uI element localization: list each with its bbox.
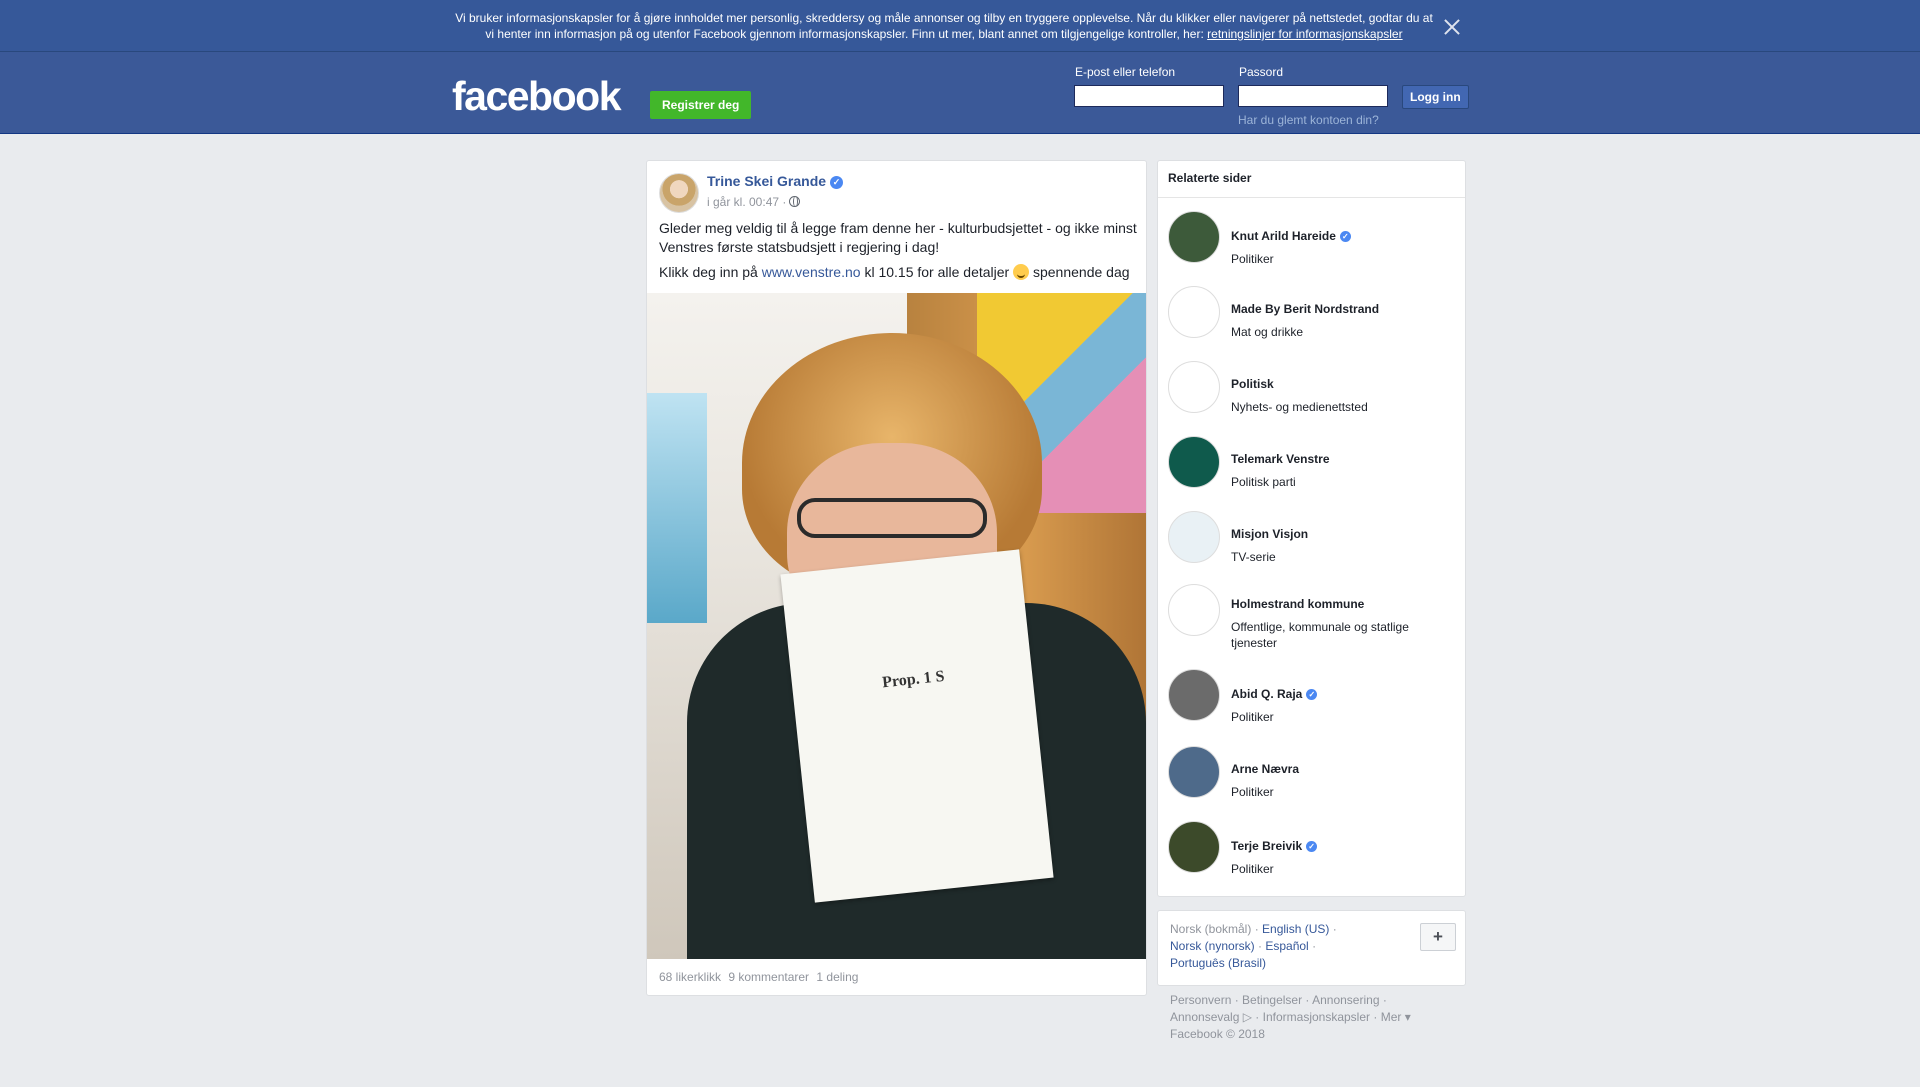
related-page-category: Politiker [1231, 252, 1274, 266]
photo-document: Prop. 1 S [780, 549, 1054, 903]
avatar[interactable] [1168, 211, 1220, 263]
footer-advertising[interactable]: Annonsering [1312, 993, 1379, 1007]
avatar[interactable] [1168, 361, 1220, 413]
shares-count[interactable]: 1 deling [816, 970, 858, 984]
post-text-part: spennende dag [1029, 264, 1130, 280]
forgot-account-link[interactable]: Har du glemt kontoen din? [1238, 113, 1379, 127]
language-current: Norsk (bokmål) [1170, 922, 1252, 936]
verified-icon: ✓ [1306, 689, 1318, 700]
related-page-name-text[interactable]: Knut Arild Hareide [1231, 229, 1336, 243]
related-page-name[interactable]: Misjon Visjon [1231, 527, 1308, 541]
related-page-name[interactable]: Telemark Venstre [1231, 452, 1330, 466]
footer: Personvern · Betingelser · Annonsering ·… [1170, 993, 1411, 1041]
login-button[interactable]: Logg inn [1402, 85, 1469, 109]
related-page-name[interactable]: Arne Nævra [1231, 762, 1299, 776]
post-paragraph-1: Gleder meg veldig til å legge fram denne… [659, 220, 1137, 255]
language-list: Norsk (bokmål) · English (US) · Norsk (n… [1170, 922, 1337, 970]
comments-count[interactable]: 9 kommentarer [728, 970, 809, 984]
related-page-name-text[interactable]: Telemark Venstre [1231, 452, 1330, 466]
top-header: facebook Registrer deg E-post eller tele… [0, 52, 1920, 134]
avatar[interactable] [659, 173, 699, 213]
language-box: Norsk (bokmål) · English (US) · Norsk (n… [1157, 910, 1466, 986]
email-label: E-post eller telefon [1075, 65, 1176, 79]
related-page-category: TV-serie [1231, 550, 1276, 564]
related-page-category: Politiker [1231, 710, 1274, 724]
avatar[interactable] [1168, 584, 1220, 636]
cookie-policy-link[interactable]: retningslinjer for informasjonskapsler [1207, 27, 1402, 41]
language-spanish[interactable]: Español [1265, 939, 1308, 953]
related-page-name-text[interactable]: Arne Nævra [1231, 762, 1299, 776]
copyright: Facebook © 2018 [1170, 1027, 1265, 1041]
avatar[interactable] [1168, 746, 1220, 798]
smile-emoji-icon [1013, 264, 1030, 280]
more-languages-button[interactable]: + [1420, 923, 1456, 951]
avatar[interactable] [1168, 821, 1220, 873]
related-page-category: Mat og drikke [1231, 325, 1304, 339]
avatar[interactable] [1168, 436, 1220, 488]
post-timestamp[interactable]: i går kl. 00:47 · [707, 195, 801, 209]
related-pages: Relaterte sider Knut Arild Hareide ✓ Polit… [1157, 160, 1466, 897]
chevron-down-icon: ▾ [1404, 1010, 1411, 1024]
post-photo[interactable]: Prop. 1 S [647, 293, 1146, 959]
verified-icon: ✓ [1339, 231, 1351, 242]
document-title: Prop. 1 S [881, 667, 946, 692]
related-page-name-text[interactable]: Politisk [1231, 377, 1274, 391]
related-page-name-text[interactable]: Abid Q. Raja [1231, 687, 1302, 701]
register-button[interactable]: Registrer deg [650, 91, 752, 119]
related-page-name-text[interactable]: Misjon Visjon [1231, 527, 1308, 541]
verified-icon: ✓ [1306, 841, 1318, 852]
related-page-category: Offentlige, kommunale og statlige tjenes… [1231, 620, 1409, 650]
facebook-logo[interactable]: facebook [452, 76, 622, 117]
post-text-part: Klikk deg inn på [659, 264, 762, 280]
avatar[interactable] [1168, 511, 1220, 563]
related-page-category: Nyhets- og medienettsted [1231, 400, 1368, 414]
post-author-name[interactable]: Trine Skei Grande [707, 173, 826, 189]
photo-glasses [797, 498, 987, 538]
related-pages-title: Relaterte sider [1158, 161, 1465, 198]
password-label: Passord [1239, 65, 1284, 79]
related-page-category: Politisk parti [1231, 475, 1296, 489]
footer-terms[interactable]: Betingelser [1242, 993, 1302, 1007]
related-page-name-text[interactable]: Holmestrand kommune [1231, 597, 1364, 611]
cookie-banner: Vi bruker informasjonskapsler for å gjør… [0, 0, 1920, 52]
adchoices-icon: ▷ [1242, 1010, 1252, 1024]
avatar[interactable] [1168, 669, 1220, 721]
likes-count[interactable]: 68 likerklikk [659, 970, 721, 984]
related-page-name[interactable]: Made By Berit Nordstrand [1231, 302, 1379, 316]
globe-icon [789, 196, 801, 207]
footer-more[interactable]: Mer [1381, 1010, 1402, 1024]
post-author[interactable]: Trine Skei Grande ✓ [707, 173, 844, 189]
post-text-part: kl 10.15 for alle detaljer [860, 264, 1014, 280]
related-page-name-text[interactable]: Terje Breivik [1231, 839, 1302, 853]
footer-privacy[interactable]: Personvern [1170, 993, 1231, 1007]
language-nynorsk[interactable]: Norsk (nynorsk) [1170, 939, 1255, 953]
avatar[interactable] [1168, 286, 1220, 338]
verified-icon: ✓ [830, 176, 844, 189]
post-card: Trine Skei Grande ✓ i går kl. 00:47 · Gle… [646, 160, 1147, 996]
related-page-name[interactable]: Abid Q. Raja ✓ [1231, 687, 1318, 701]
related-page-category: Politiker [1231, 785, 1274, 799]
related-page-name-text[interactable]: Made By Berit Nordstrand [1231, 302, 1379, 316]
post-paragraph-2: Klikk deg inn på www.venstre.no kl 10.15… [659, 263, 1139, 282]
venstre-link[interactable]: www.venstre.no [762, 264, 861, 280]
close-icon[interactable] [1441, 16, 1463, 38]
related-page-name[interactable]: Holmestrand kommune [1231, 597, 1364, 611]
footer-cookies[interactable]: Informasjonskapsler [1263, 1010, 1370, 1024]
post-time[interactable]: i går kl. 00:47 · [707, 195, 786, 209]
cookie-text: Vi bruker informasjonskapsler for å gjør… [452, 10, 1436, 42]
photo-window [647, 393, 707, 623]
post-text: Gleder meg veldig til å legge fram denne… [659, 219, 1139, 288]
related-page-name[interactable]: Terje Breivik ✓ [1231, 839, 1318, 853]
language-portuguese[interactable]: Português (Brasil) [1170, 956, 1266, 970]
language-english[interactable]: English (US) [1262, 922, 1329, 936]
post-stats: 68 likerklikk 9 kommentarer 1 deling [659, 970, 862, 984]
password-field[interactable] [1238, 85, 1388, 107]
related-page-category: Politiker [1231, 862, 1274, 876]
footer-adchoices[interactable]: Annonsevalg [1170, 1010, 1239, 1024]
email-field[interactable] [1074, 85, 1224, 107]
related-page-name[interactable]: Knut Arild Hareide ✓ [1231, 229, 1351, 243]
related-page-name[interactable]: Politisk [1231, 377, 1274, 391]
